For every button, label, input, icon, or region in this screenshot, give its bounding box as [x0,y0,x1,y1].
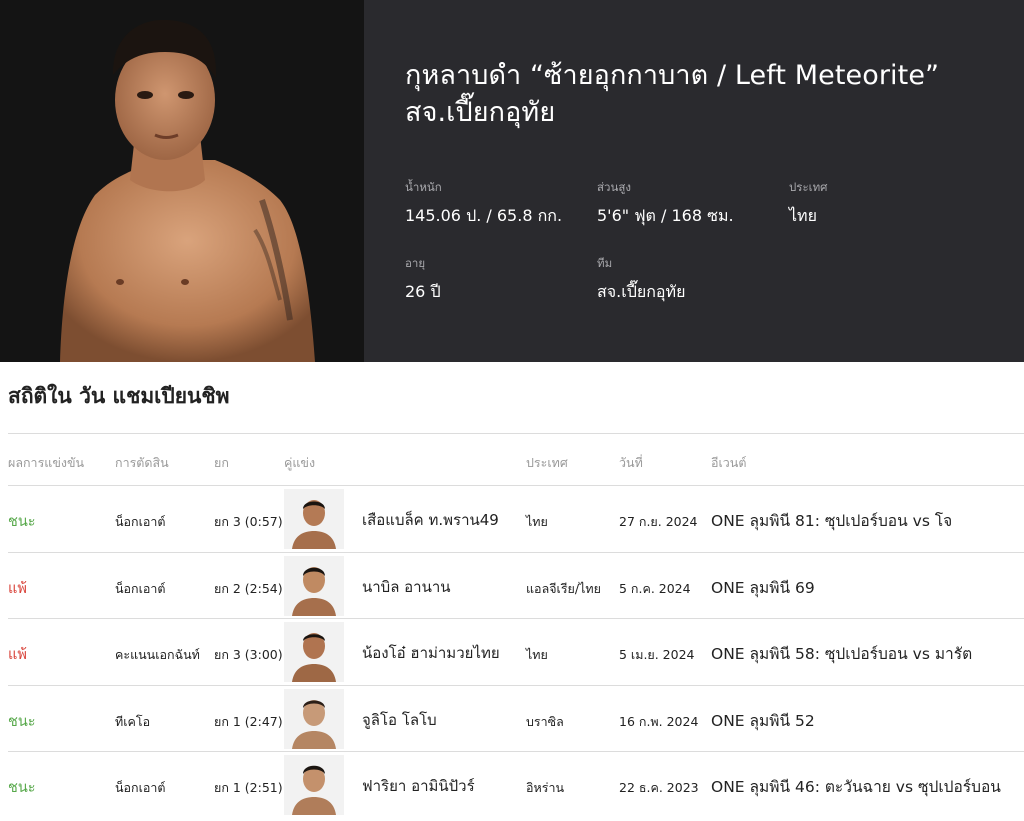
header-round: ยก [214,455,229,470]
row-round: ยก 2 (2:54) [214,580,283,596]
row-method: น็อกเอาต์ [115,514,166,529]
row-method: น็อกเอาต์ [115,580,166,596]
fighter-name: กุหลาบดำ “ซ้ายอุกกาบาต / Left Meteorite”… [405,60,940,128]
table-row: แพ้ คะแนนเอกฉันท์ ยก 3 (3:00) น้องโอ๋ ฮา… [8,619,1024,686]
table-row: ชนะ น็อกเอาต์ ยก 1 (2:51) ฟาริยา อามินิป… [8,752,1024,819]
row-date: 5 ก.ค. 2024 [619,580,691,596]
fighter-info-panel: กุหลาบดำ “ซ้ายอุกกาบาต / Left Meteorite”… [364,0,1024,362]
stat-height-label: ส่วนสูง [597,180,631,194]
stat-team-label: ทีม [597,256,613,270]
row-country: แอลจีเรีย/ไทย [526,580,601,596]
fighter-hero: กุหลาบดำ “ซ้ายอุกกาบาต / Left Meteorite”… [0,0,1024,362]
stat-team-value: สจ.เปี๊ยกอุทัย [597,282,686,301]
row-opponent[interactable]: เสือแบล็ค ท.พราน49 [362,508,499,532]
row-result: ชนะ [8,514,36,530]
row-result: แพ้ [8,580,27,597]
row-opponent[interactable]: จูลิโอ โลโบ [362,708,437,732]
table-header: ผลการแข่งขัน การตัดสิน ยก คู่แข่ง ประเทศ… [8,434,1024,486]
row-round: ยก 3 (0:57) [214,514,283,529]
row-country: อิหร่าน [526,780,565,796]
row-country: ไทย [526,514,548,529]
opponent-avatar[interactable] [284,622,344,683]
section-title: สถิติใน วัน แชมเปียนชิพ [8,384,230,408]
row-date: 22 ธ.ค. 2023 [619,780,699,796]
table-row: แพ้ น็อกเอาต์ ยก 2 (2:54) นาบิล อานาน แอ… [8,553,1024,620]
header-method: การตัดสิน [115,455,169,470]
row-event[interactable]: ONE ลุมพินี 69 [711,575,815,600]
fighter-portrait-image [0,0,364,362]
row-round: ยก 3 (3:00) [214,647,283,663]
row-result: ชนะ [8,713,36,730]
row-result: แพ้ [8,647,27,664]
fighter-photo [0,0,364,362]
row-event[interactable]: ONE ลุมพินี 52 [711,708,815,733]
stat-weight-value: 145.06 ป. / 65.8 กก. [405,206,563,225]
row-event[interactable]: ONE ลุมพินี 46: ตะวันฉาย vs ซุปเปอร์บอน [711,774,1001,799]
row-event[interactable]: ONE ลุมพินี 81: ซุปเปอร์บอน vs โจ [711,508,952,533]
stat-height-value: 5'6" ฟุต / 168 ซม. [597,206,734,225]
header-country: ประเทศ [526,455,568,470]
stat-height: ส่วนสูง 5'6" ฟุต / 168 ซม. [597,180,734,226]
header-opponent: คู่แข่ง [284,455,316,470]
stat-country-label: ประเทศ [789,180,828,194]
row-method: น็อกเอาต์ [115,780,166,796]
row-method: คะแนนเอกฉันท์ [115,647,200,663]
stat-weight: น้ำหนัก 145.06 ป. / 65.8 กก. [405,180,562,226]
header-event: อีเวนต์ [711,455,747,470]
row-round: ยก 1 (2:51) [214,780,283,796]
row-opponent[interactable]: นาบิล อานาน [362,575,451,599]
stat-weight-label: น้ำหนัก [405,180,442,194]
fight-record-table: ผลการแข่งขัน การตัดสิน ยก คู่แข่ง ประเทศ… [8,433,1024,819]
row-opponent[interactable]: น้องโอ๋ ฮาม่ามวยไทย [362,641,500,665]
stat-country: ประเทศ ไทย [789,180,827,226]
opponent-avatar[interactable] [284,688,344,749]
row-event[interactable]: ONE ลุมพินี 58: ซุปเปอร์บอน vs มารัต [711,641,972,666]
table-row: ชนะ ทีเคโอ ยก 1 (2:47) จูลิโอ โลโบ บราซิ… [8,686,1024,753]
header-date: วันที่ [619,455,643,470]
row-opponent[interactable]: ฟาริยา อามินิปัวร์ [362,774,475,798]
row-country: บราซิล [526,713,564,729]
header-result: ผลการแข่งขัน [8,455,85,470]
stat-age: อายุ 26 ปี [405,256,441,302]
row-date: 5 เม.ย. 2024 [619,647,695,663]
stat-age-label: อายุ [405,256,426,270]
row-country: ไทย [526,647,548,663]
opponent-avatar[interactable] [284,755,344,816]
stat-country-value: ไทย [789,206,817,225]
row-date: 27 ก.ย. 2024 [619,514,698,529]
row-date: 16 ก.พ. 2024 [619,713,699,729]
row-round: ยก 1 (2:47) [214,713,283,729]
stat-age-value: 26 ปี [405,282,441,301]
opponent-avatar[interactable] [284,555,344,616]
row-result: ชนะ [8,780,36,797]
stat-team: ทีม สจ.เปี๊ยกอุทัย [597,256,685,302]
table-row: ชนะ น็อกเอาต์ ยก 3 (0:57) เสือแบล็ค ท.พร… [8,486,1024,553]
row-method: ทีเคโอ [115,713,151,729]
opponent-avatar[interactable] [284,489,344,549]
